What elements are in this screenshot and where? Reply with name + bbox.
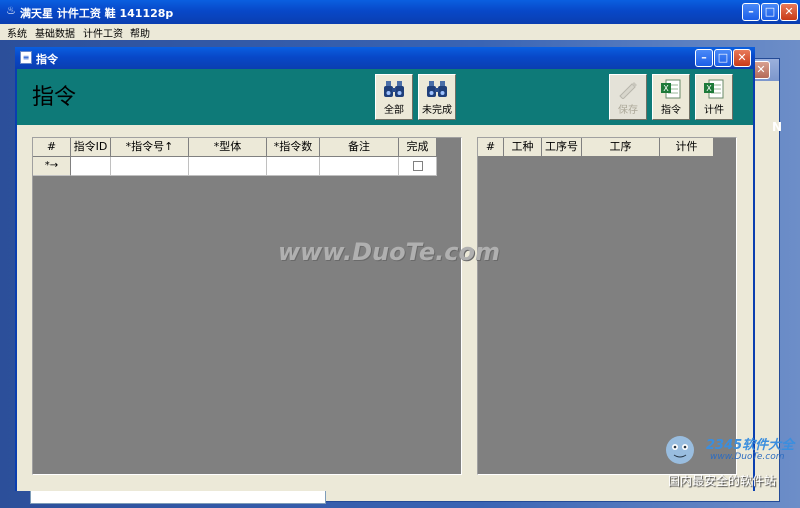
process-grid-header: # 工种 工序号 工序 计件 [478,138,714,157]
column-header[interactable]: *型体 [189,138,267,157]
binoculars-icon [427,81,447,97]
cell-instruction-no[interactable] [111,157,189,176]
instruction-grid-header: # 指令ID *指令号↑ *型体 *指令数 备注 完成 [33,138,437,157]
column-header[interactable]: 计件 [660,138,714,157]
menu-bar: 系统 基础数据 计件工资 帮助 [0,24,800,40]
column-header[interactable]: 工序 [582,138,660,157]
column-header[interactable]: *指令数 [267,138,320,157]
logo-url: www.DuoTe.com [710,452,785,462]
background-window-text: N [772,120,783,134]
show-all-button[interactable]: 全部 [375,74,413,120]
child-close-button[interactable]: ✕ [733,49,751,67]
minimize-button[interactable]: – [742,3,760,21]
toolbar: 指令 全部 未完成 保存 X 指令 X 计件 [17,69,753,125]
close-button[interactable]: ✕ [780,3,798,21]
new-record-row[interactable]: *→ [33,157,437,176]
instruction-window-title: 指令 [36,53,58,66]
excel-icon: X [704,79,724,99]
save-button[interactable]: 保存 [609,74,647,120]
instruction-grid[interactable]: # 指令ID *指令号↑ *型体 *指令数 备注 完成 *→ [32,137,462,475]
document-icon: ≡ [20,51,32,64]
app-icon: ♨ [6,4,16,17]
unfinished-label: 未完成 [422,105,452,116]
page-heading: 指令 [32,85,77,110]
column-header[interactable]: 完成 [399,138,437,157]
child-maximize-button[interactable]: □ [714,49,732,67]
menu-piece-wage[interactable]: 计件工资 [83,25,123,40]
column-header[interactable]: *指令号↑ [111,138,189,157]
unfinished-button[interactable]: 未完成 [418,74,456,120]
cell-done[interactable] [399,157,437,176]
child-minimize-button[interactable]: – [695,49,713,67]
background-window-field [30,490,326,504]
export-instruction-label: 指令 [661,105,681,116]
column-header[interactable]: # [33,138,71,157]
svg-text:X: X [663,84,669,93]
menu-help[interactable]: 帮助 [130,25,150,40]
menu-system[interactable]: 系统 [7,25,27,40]
export-instruction-button[interactable]: X 指令 [652,74,690,120]
cell-remark[interactable] [320,157,399,176]
column-header[interactable]: 指令ID [71,138,111,157]
menu-basic-data[interactable]: 基础数据 [35,25,75,40]
done-checkbox[interactable] [412,161,423,171]
pen-icon [619,82,637,99]
show-all-label: 全部 [384,105,404,116]
main-title-bar[interactable]: ♨ 满天星 计件工资 鞋 141128p – □ ✕ [0,0,800,24]
content-area: # 指令ID *指令号↑ *型体 *指令数 备注 完成 *→ # 工种 工序号 … [17,125,753,491]
svg-text:X: X [706,84,712,93]
watermark-text: www.DuoTe.com [278,238,500,266]
column-header[interactable]: 工序号 [542,138,582,157]
maximize-button[interactable]: □ [761,3,779,21]
cell-quantity[interactable] [267,157,320,176]
column-header[interactable]: 工种 [504,138,542,157]
cell-model[interactable] [189,157,267,176]
window-title: 满天星 计件工资 鞋 141128p [20,7,174,20]
binoculars-icon [384,81,404,97]
export-piecework-label: 计件 [704,105,724,116]
column-header[interactable]: 备注 [320,138,399,157]
row-selector[interactable]: *→ [33,157,71,176]
logo-slogan: 国内最安全的软件站 [668,474,777,488]
instruction-window-title-bar[interactable]: ≡ 指令 – □ ✕ [15,47,755,69]
logo-brand: 2345软件大全 [706,438,795,453]
column-header[interactable]: # [478,138,504,157]
export-piecework-button[interactable]: X 计件 [695,74,733,120]
mascot-icon [666,436,694,464]
cell-instruction-id[interactable] [71,157,111,176]
site-logo: 2345软件大全 www.DuoTe.com 国内最安全的软件站 [660,430,800,490]
process-grid[interactable]: # 工种 工序号 工序 计件 [477,137,737,475]
instruction-window: ≡ 指令 – □ ✕ 指令 全部 未完成 保存 X 指令 X 计件 # 指令ID… [15,47,755,491]
main-window: ♨ 满天星 计件工资 鞋 141128p – □ ✕ 系统 基础数据 计件工资 … [0,0,800,508]
save-label: 保存 [618,105,638,116]
excel-icon: X [661,79,681,99]
